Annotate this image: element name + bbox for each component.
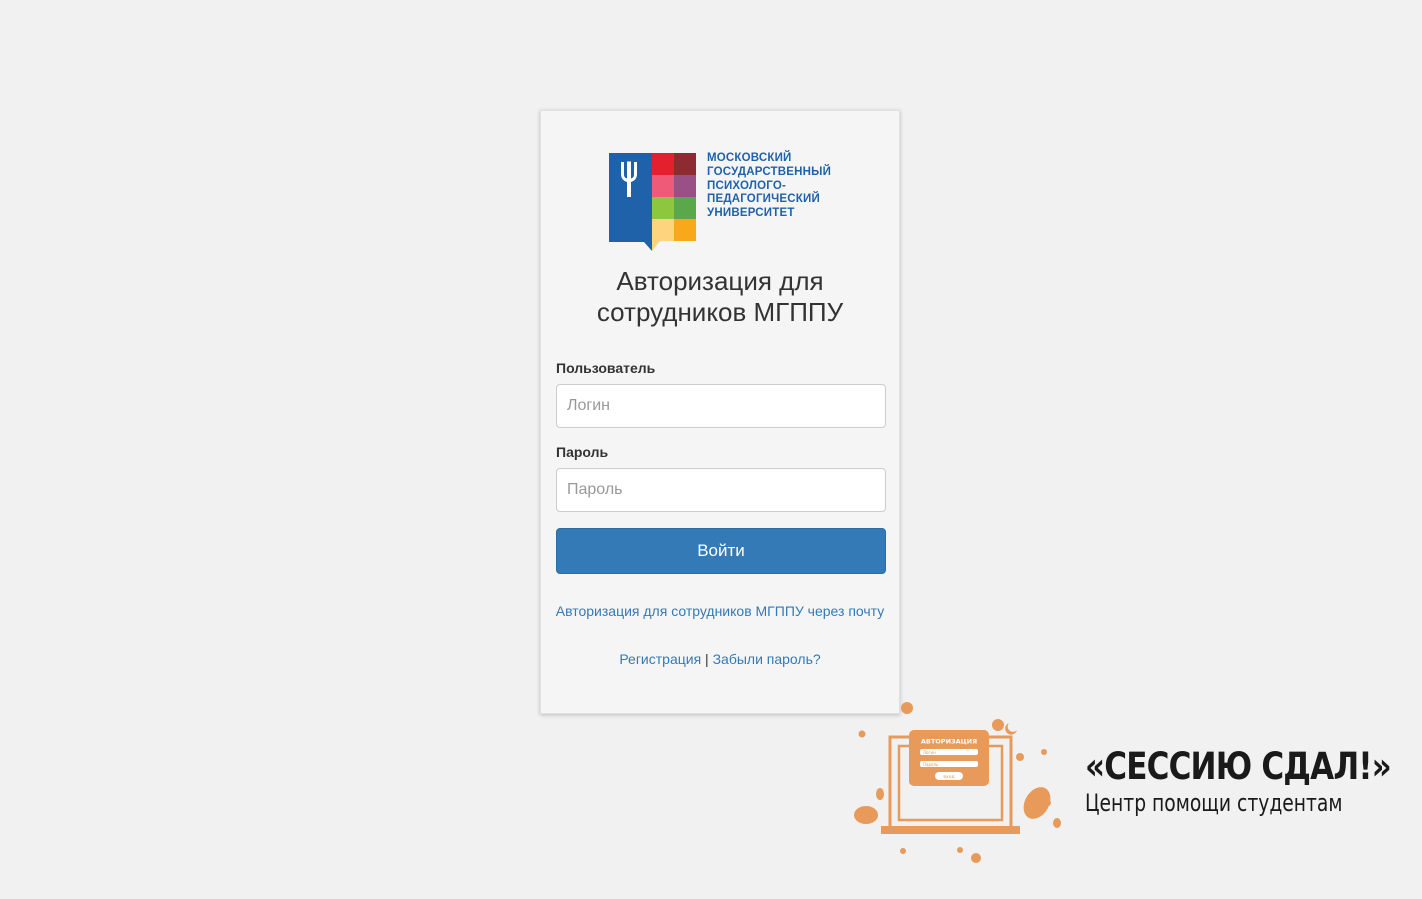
logo-line: государственный [707, 165, 832, 178]
username-label: Пользователь [556, 360, 656, 376]
university-name: Московский государственный психолого- пе… [707, 152, 831, 221]
bottom-links: Регистрация | Забыли пароль? [541, 651, 899, 667]
password-input[interactable] [556, 468, 886, 512]
logo-line: университет [707, 207, 795, 220]
promo-title: «СЕССИЮ СДАЛ!» [1085, 745, 1392, 788]
university-emblem-icon [609, 153, 696, 251]
password-label: Пароль [556, 444, 609, 460]
login-card: Московский государственный психолого- пе… [540, 110, 900, 714]
illustration-field: Пароль [923, 762, 939, 767]
promo-subtitle: Центр помощи студентам [1085, 789, 1343, 817]
logo-line: педагогический [707, 193, 820, 206]
link-separator: | [705, 651, 709, 667]
email-login-row: Авторизация для сотрудников МГППУ через … [541, 603, 899, 621]
illustration-button: вход [943, 775, 954, 780]
logo-line: психолого- [707, 179, 787, 192]
illustration-field: Логин [923, 750, 936, 755]
login-button[interactable]: Войти [556, 528, 886, 574]
page-title: Авторизация для сотрудников МГППУ [596, 266, 844, 327]
illustration-title: АВТОРИЗАЦИЯ [921, 738, 977, 746]
forgot-password-link[interactable]: Забыли пароль? [713, 651, 821, 667]
university-logo: Московский государственный психолого- пе… [608, 152, 848, 252]
laptop-login-illustration-icon: АВТОРИЗАЦИЯ Логин Пароль вход [854, 702, 1061, 863]
email-login-link[interactable]: Авторизация для сотрудников МГППУ через … [556, 603, 885, 619]
username-input[interactable] [556, 384, 886, 428]
promo-watermark: АВТОРИЗАЦИЯ Логин Пароль вход «СЕССИЮ СД… [845, 695, 1422, 899]
register-link[interactable]: Регистрация [619, 651, 701, 667]
logo-line: Московский [707, 152, 792, 164]
